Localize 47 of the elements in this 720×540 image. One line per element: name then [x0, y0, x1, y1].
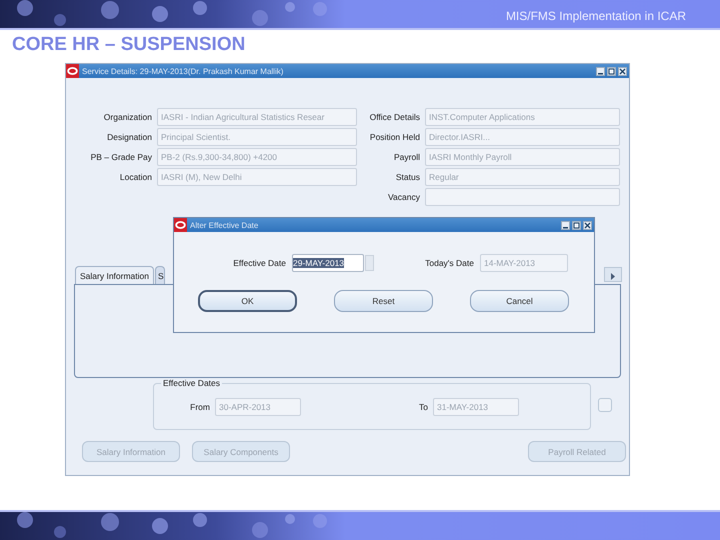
field-label: Effective Date — [232, 257, 287, 270]
right-arrow-icon — [610, 273, 616, 280]
text-field[interactable]: IASRI Monthly Payroll — [425, 148, 620, 166]
maximize-icon[interactable] — [607, 66, 616, 76]
field-label: Office Details — [368, 111, 420, 124]
checkbox[interactable] — [598, 398, 612, 412]
cancel-button[interactable]: Cancel — [470, 290, 569, 312]
field-label: Location — [118, 171, 152, 184]
text-field[interactable] — [425, 188, 620, 206]
field-label: Position Held — [368, 131, 420, 144]
field-label: Organization — [102, 111, 152, 124]
field-label: Vacancy — [387, 191, 420, 204]
group-label: Effective Dates — [161, 379, 222, 388]
ok-button[interactable]: OK — [198, 290, 297, 312]
text-field[interactable]: PB-2 (Rs.9,300-34,800) +4200 — [157, 148, 357, 166]
tab[interactable]: Salary Information — [75, 266, 154, 284]
field-label: To — [418, 401, 429, 414]
field-label: Payroll — [393, 151, 420, 164]
minimize-icon[interactable] — [561, 220, 570, 230]
header-text: MIS/FMS Implementation in ICAR — [506, 9, 686, 23]
text-field[interactable]: IASRI - Indian Agricultural Statistics Resear — [157, 108, 357, 126]
scroll-right-button[interactable] — [604, 267, 622, 282]
date-field[interactable]: 14-MAY-2013 — [480, 254, 568, 272]
close-icon[interactable] — [583, 220, 592, 230]
field-label: Status — [394, 171, 420, 184]
text-field[interactable]: INST.Computer Applications — [425, 108, 620, 126]
field-label: PB – Grade Pay — [90, 151, 152, 164]
text-field[interactable]: Regular — [425, 168, 620, 186]
close-icon[interactable] — [618, 66, 627, 76]
window-title: Alter Effective Date — [190, 220, 260, 230]
slide-title: CORE HR – SUSPENSION — [12, 34, 246, 56]
field-label: Designation — [106, 131, 152, 144]
field-label: Today's Date — [424, 257, 475, 270]
maximize-icon[interactable] — [572, 220, 581, 230]
text-field[interactable]: Director.IASRI... — [425, 128, 620, 146]
reset-button[interactable]: Reset — [334, 290, 433, 312]
minimize-icon[interactable] — [596, 66, 605, 76]
tab[interactable]: S — [154, 266, 165, 284]
date-field[interactable]: 30-APR-2013 — [215, 398, 301, 416]
text-field[interactable]: IASRI (M), New Delhi — [157, 168, 357, 186]
date-field[interactable]: 29-MAY-2013 — [292, 254, 364, 272]
field-label: From — [189, 401, 211, 414]
app-logo-icon — [66, 64, 79, 78]
app-logo-icon — [174, 218, 187, 232]
date-field[interactable]: 31-MAY-2013 — [433, 398, 519, 416]
window-title: Service Details: 29-MAY-2013(Dr. Prakash Kumar Mallik) — [82, 66, 284, 76]
text-field[interactable]: Principal Scientist. — [157, 128, 357, 146]
